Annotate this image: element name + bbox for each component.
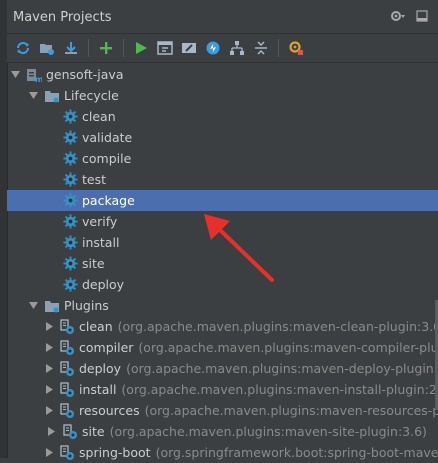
maven-settings-icon[interactable] — [286, 38, 306, 58]
toolbar-separator — [88, 39, 89, 57]
lifecycle-label: Lifecycle — [64, 88, 119, 103]
collapsed-arrow-icon[interactable] — [46, 343, 53, 353]
collapsed-arrow-icon[interactable] — [46, 322, 53, 332]
plugin-coordinates: (org.apache.maven.plugins:maven-install-… — [121, 382, 438, 397]
phase-label: clean — [82, 109, 116, 124]
plugin-item-resources[interactable]: resources (org.apache.maven.plugins:maven… — [7, 400, 438, 421]
phase-label: package — [82, 193, 135, 208]
settings-gear-icon[interactable] — [390, 9, 406, 27]
tree-node-lifecycle[interactable]: Lifecycle — [7, 85, 438, 106]
phase-label: install — [82, 235, 120, 250]
plugin-name: deploy — [79, 361, 122, 376]
maven-toolbar — [7, 34, 438, 63]
panel-title: Maven Projects — [13, 10, 112, 25]
plugin-name: clean — [79, 319, 113, 334]
gear-icon — [62, 193, 78, 209]
plugin-icon — [62, 423, 78, 440]
plugin-coordinates: (org.apache.maven.plugins:maven-clean-pl… — [117, 319, 438, 334]
plugin-icon — [59, 444, 75, 461]
plugin-item-clean[interactable]: clean (org.apache.maven.plugins:maven-cle… — [7, 316, 438, 337]
show-dependencies-icon[interactable] — [227, 38, 247, 58]
gear-icon — [62, 109, 78, 125]
maven-project-icon: m — [26, 67, 42, 83]
expanded-arrow-icon[interactable] — [28, 91, 38, 101]
collapsed-arrow-icon[interactable] — [46, 406, 53, 416]
add-project-icon[interactable] — [96, 38, 116, 58]
lifecycle-phase-validate[interactable]: validate — [7, 127, 438, 148]
phase-label: test — [82, 172, 107, 187]
reimport-icon[interactable] — [13, 38, 33, 58]
plugin-icon — [59, 402, 75, 419]
skip-tests-icon[interactable] — [203, 38, 223, 58]
toolbar-separator — [278, 39, 279, 57]
download-sources-icon[interactable] — [61, 38, 81, 58]
generate-sources-icon[interactable] — [37, 38, 57, 58]
plugin-icon — [59, 318, 75, 335]
gear-icon — [62, 235, 78, 251]
expanded-arrow-icon[interactable] — [10, 70, 20, 80]
collapsed-arrow-icon[interactable] — [46, 385, 53, 395]
plugin-icon — [59, 339, 75, 356]
title-actions — [390, 9, 428, 27]
svg-text:m: m — [35, 75, 42, 83]
toggle-offline-mode-icon[interactable] — [179, 38, 199, 58]
phase-label: deploy — [82, 277, 125, 292]
plugin-item-install[interactable]: install (org.apache.maven.plugins:maven-i… — [7, 379, 438, 400]
run-configuration-icon[interactable] — [155, 38, 175, 58]
plugin-item-deploy[interactable]: deploy (org.apache.maven.plugins:maven-de… — [7, 358, 438, 379]
plugin-coordinates: (org.apache.maven.plugins:maven-resource… — [144, 403, 438, 418]
collapsed-arrow-icon[interactable] — [46, 427, 56, 437]
phase-label: verify — [82, 214, 118, 229]
plugin-item-spring-boot[interactable]: spring-boot (org.springframework.boot:spr… — [7, 442, 438, 463]
gear-icon — [62, 151, 78, 167]
lifecycle-phase-clean[interactable]: clean — [7, 106, 438, 127]
expanded-arrow-icon[interactable] — [28, 301, 38, 311]
collapsed-arrow-icon[interactable] — [46, 364, 53, 374]
lifecycle-phase-compile[interactable]: compile — [7, 148, 438, 169]
phase-label: compile — [82, 151, 132, 166]
phase-label: validate — [82, 130, 133, 145]
plugin-coordinates: (org.apache.maven.plugins:maven-deploy-p… — [126, 361, 438, 376]
plugin-coordinates: (org.apache.maven.plugins:maven-site-plu… — [109, 424, 427, 439]
gear-icon — [62, 256, 78, 272]
phase-label: site — [82, 256, 105, 271]
plugin-name: site — [82, 424, 105, 439]
lifecycle-phase-test[interactable]: test — [7, 169, 438, 190]
gear-icon — [62, 130, 78, 146]
tree-node-project[interactable]: m gensoft-java — [7, 64, 438, 85]
annotation-arrow — [204, 214, 274, 282]
tree-node-plugins[interactable]: Plugins — [7, 295, 438, 316]
collapsed-arrow-icon[interactable] — [46, 448, 53, 458]
folder-icon — [44, 88, 60, 104]
plugin-icon — [59, 360, 75, 377]
gear-icon — [62, 172, 78, 188]
gear-icon — [62, 277, 78, 293]
folder-icon — [44, 298, 60, 314]
plugin-item-compiler[interactable]: compiler (org.apache.maven.plugins:maven-… — [7, 337, 438, 358]
plugin-coordinates: (org.apache.maven.plugins:maven-compiler… — [138, 340, 438, 355]
run-goal-icon[interactable] — [131, 38, 151, 58]
hide-panel-icon[interactable] — [416, 10, 428, 26]
plugin-icon — [59, 381, 75, 398]
panel-titlebar: Maven Projects — [7, 0, 438, 34]
gear-icon — [62, 214, 78, 230]
plugin-name: install — [79, 382, 117, 397]
plugin-name: compiler — [79, 340, 134, 355]
collapse-all-icon[interactable] — [251, 38, 271, 58]
plugin-name: resources — [79, 403, 140, 418]
plugin-item-site[interactable]: site (org.apache.maven.plugins:maven-site… — [7, 421, 438, 442]
plugins-label: Plugins — [64, 298, 109, 313]
toolbar-separator — [123, 39, 124, 57]
project-name: gensoft-java — [46, 67, 124, 82]
